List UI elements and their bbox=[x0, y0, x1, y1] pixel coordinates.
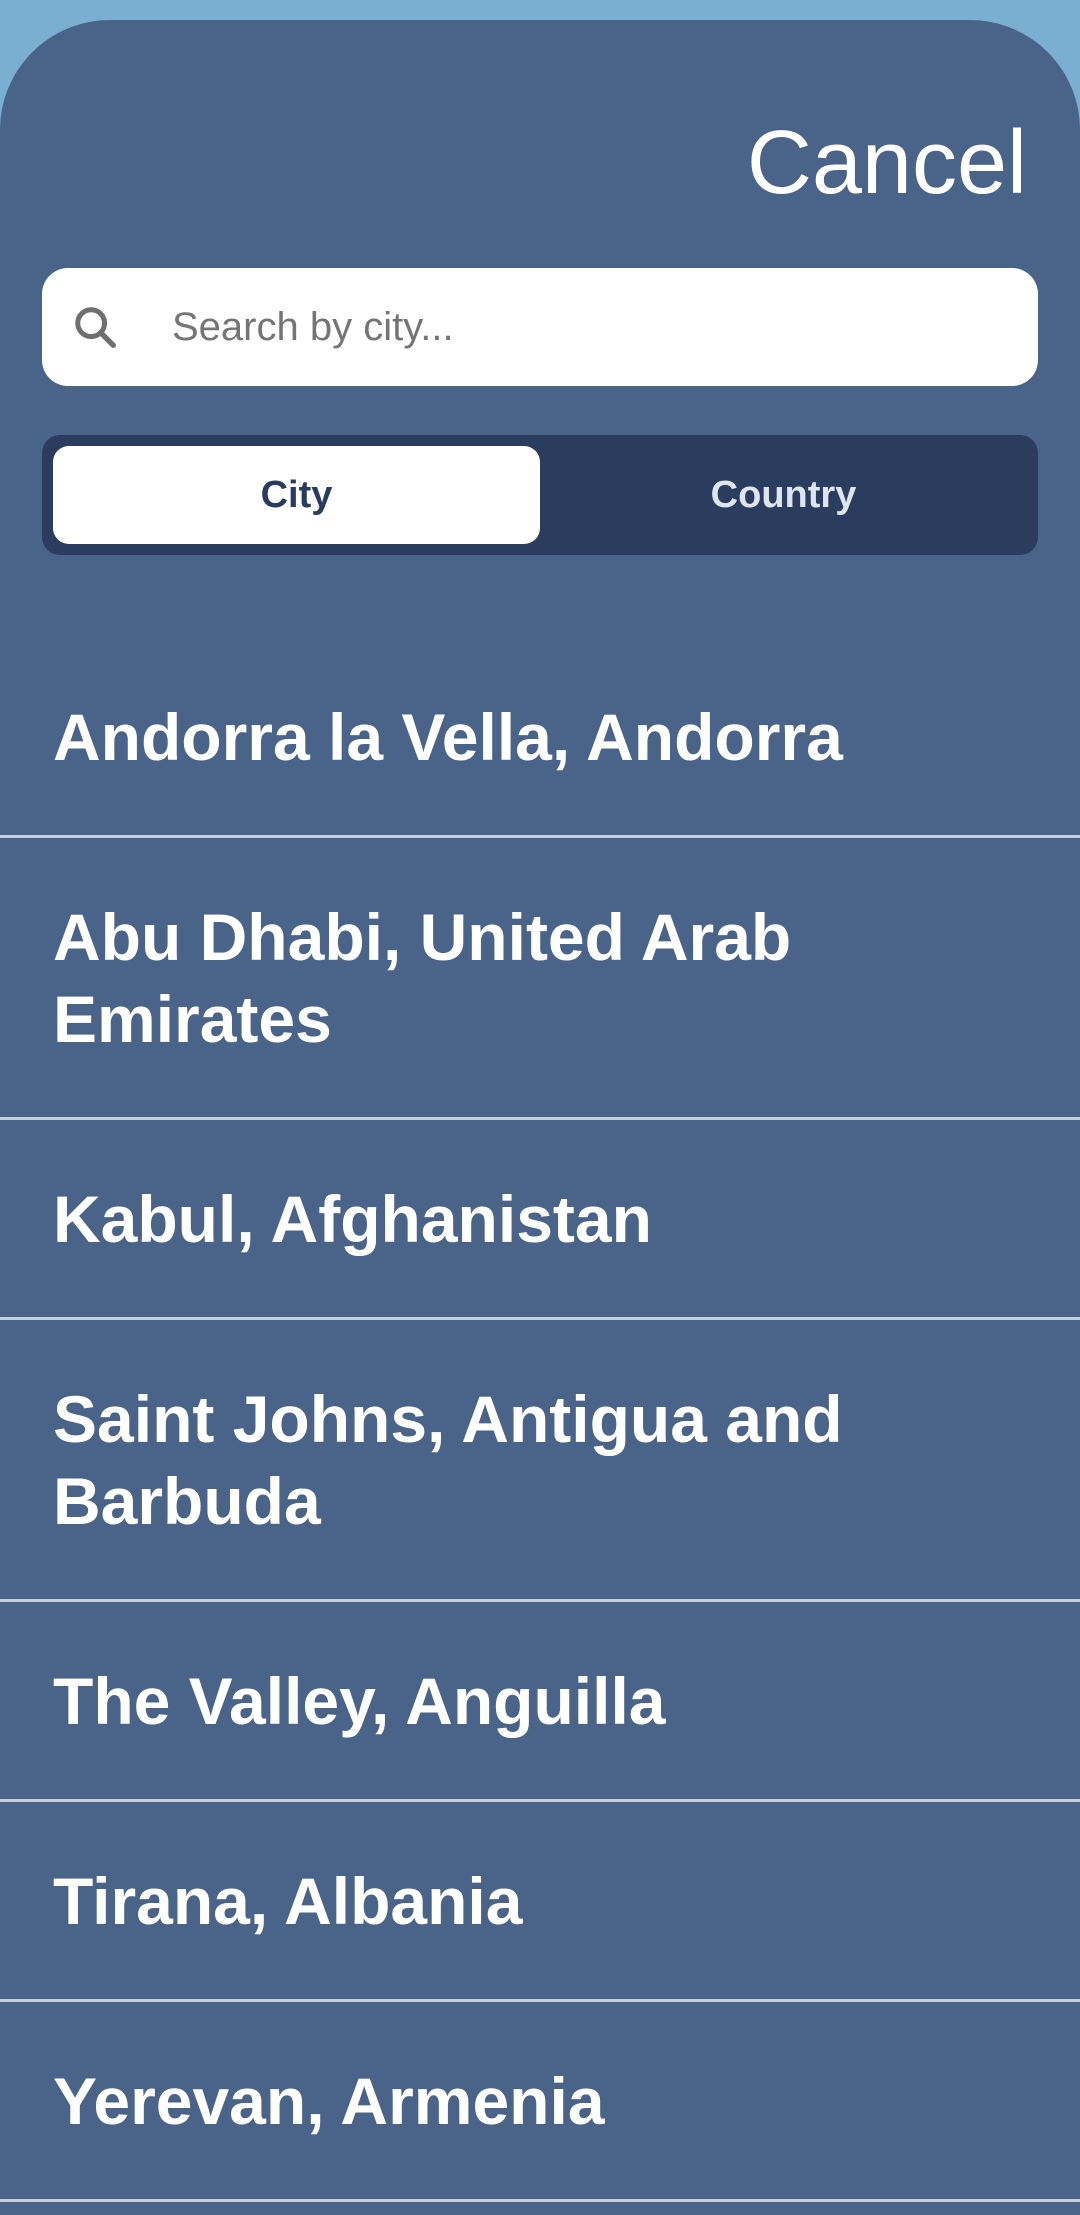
list-item-label: Abu Dhabi, United Arab Emirates bbox=[53, 899, 792, 1056]
city-picker-sheet: Cancel City Country Andorra la Vella, An… bbox=[0, 20, 1080, 2215]
list-item[interactable]: Yerevan, Armenia bbox=[0, 2002, 1080, 2202]
list-item[interactable]: Abu Dhabi, United Arab Emirates bbox=[0, 838, 1080, 1120]
list-item-label: Tirana, Albania bbox=[53, 1863, 523, 1938]
search-icon bbox=[75, 307, 116, 348]
search-input[interactable] bbox=[172, 268, 1002, 386]
search-bar[interactable] bbox=[42, 268, 1038, 386]
tab-city[interactable]: City bbox=[53, 446, 540, 544]
list-item[interactable]: Tirana, Albania bbox=[0, 1802, 1080, 2002]
search-mode-toggle: City Country bbox=[42, 435, 1038, 555]
list-item[interactable]: Andorra la Vella, Andorra bbox=[0, 638, 1080, 838]
list-item[interactable]: Kabul, Afghanistan bbox=[0, 1120, 1080, 1320]
list-item-label: Kabul, Afghanistan bbox=[53, 1181, 652, 1256]
tab-country[interactable]: Country bbox=[540, 446, 1027, 544]
list-item-label: The Valley, Anguilla bbox=[53, 1663, 666, 1738]
list-item[interactable]: Saint Johns, Antigua and Barbuda bbox=[0, 1320, 1080, 1602]
list-item[interactable]: The Valley, Anguilla bbox=[0, 1602, 1080, 1802]
list-item-label: Andorra la Vella, Andorra bbox=[53, 699, 843, 774]
results-list: Andorra la Vella, Andorra Abu Dhabi, Uni… bbox=[0, 638, 1080, 2202]
list-item-label: Yerevan, Armenia bbox=[53, 2063, 605, 2138]
list-item-label: Saint Johns, Antigua and Barbuda bbox=[53, 1381, 843, 1538]
cancel-button[interactable]: Cancel bbox=[747, 118, 1027, 208]
